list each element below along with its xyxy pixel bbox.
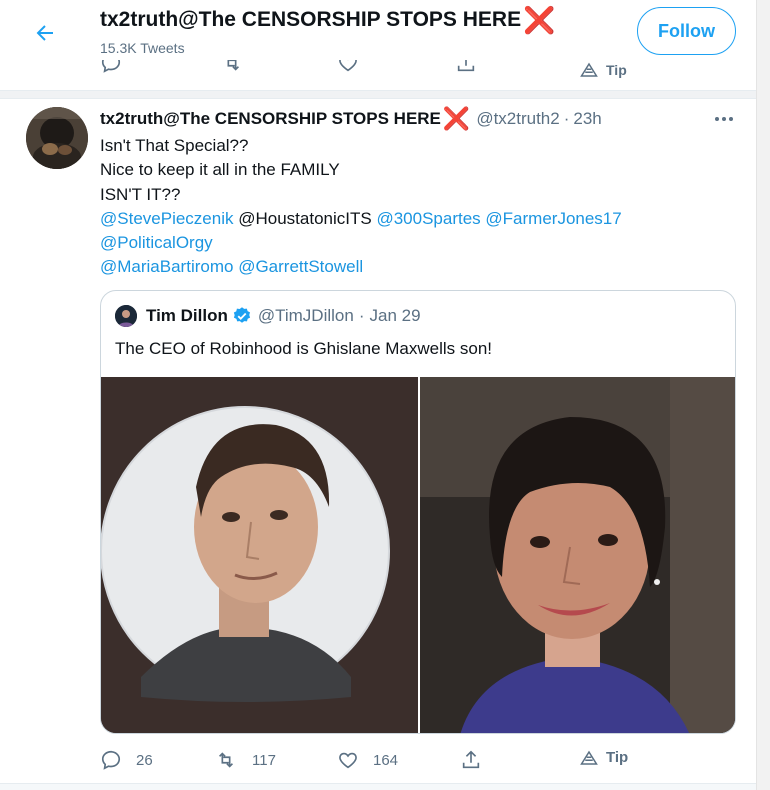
share-button[interactable] <box>460 749 482 771</box>
tweet-actions: 26 117 164 Tip <box>0 749 756 775</box>
tip-button[interactable]: Tip <box>580 749 628 766</box>
tweet-line: Nice to keep it all in the FAMILY <box>100 160 340 180</box>
profile-header: tx2truth@The CENSORSHIP STOPS HERE ❌ 15.3… <box>0 0 756 66</box>
reply-button[interactable] <box>100 60 122 74</box>
mention-link[interactable]: @StevePieczenik <box>100 209 234 228</box>
media-image[interactable] <box>101 377 418 733</box>
cross-mark-icon: ❌ <box>442 106 471 131</box>
quoted-avatar <box>115 305 137 327</box>
more-icon <box>715 117 733 121</box>
previous-tweet-actions: Tip <box>0 60 756 86</box>
author-handle[interactable]: @tx2truth2 <box>476 109 559 129</box>
mention-line: @StevePieczenik @HoustatonicITS @300Spar… <box>100 207 740 231</box>
mention-link[interactable]: @MariaBartiromo <box>100 257 233 276</box>
quoted-tweet-header: Tim Dillon @TimJDillon · Jan 29 <box>115 305 421 327</box>
mention-link[interactable]: @300Spartes <box>376 209 480 228</box>
mention-text: @HoustatonicITS <box>238 208 372 228</box>
avatar[interactable] <box>26 107 88 169</box>
quoted-author-name: Tim Dillon <box>146 306 228 325</box>
tweet-line: Isn't That Special?? <box>100 136 249 155</box>
tweet-timestamp[interactable]: 23h <box>573 109 601 129</box>
retweet-icon <box>227 60 240 71</box>
mention-line: @MariaBartiromo @GarrettStowell <box>100 255 740 279</box>
reply-icon <box>101 750 121 770</box>
like-button[interactable]: 164 <box>337 749 398 771</box>
share-icon <box>462 750 480 769</box>
verified-badge-icon <box>233 307 250 323</box>
reply-button[interactable]: 26 <box>100 749 153 771</box>
author-name-text: tx2truth@The CENSORSHIP STOPS HERE <box>100 109 441 128</box>
quoted-media <box>101 377 735 733</box>
separator <box>0 90 756 99</box>
heart-icon <box>339 60 357 72</box>
tweet-count: 15.3K Tweets <box>100 40 185 56</box>
divider <box>0 783 756 790</box>
more-options-button[interactable] <box>710 109 738 129</box>
profile-title: tx2truth@The CENSORSHIP STOPS HERE ❌ <box>100 7 555 33</box>
quoted-tweet-text: The CEO of Robinhood is Ghislane Maxwell… <box>115 339 493 358</box>
back-button[interactable] <box>30 18 60 48</box>
heart-icon <box>339 752 357 769</box>
tip-button[interactable]: Tip <box>580 62 627 78</box>
quoted-tweet[interactable]: Tim Dillon @TimJDillon · Jan 29 The CEO … <box>100 290 736 734</box>
profile-title-text: tx2truth@The CENSORSHIP STOPS HERE <box>100 8 522 31</box>
scrollbar[interactable] <box>756 0 770 790</box>
tip-label: Tip <box>606 62 627 78</box>
quoted-tweet-date: Jan 29 <box>369 306 421 325</box>
tweet[interactable]: tx2truth@The CENSORSHIP STOPS HERE ❌ @tx2… <box>0 99 756 790</box>
retweet-button[interactable] <box>220 60 244 74</box>
tweet-line: ISN'T IT?? <box>100 184 181 204</box>
follow-button[interactable]: Follow <box>637 7 736 55</box>
reply-icon <box>101 60 121 73</box>
tip-icon <box>580 750 598 765</box>
photo-man <box>101 377 418 733</box>
mention-link[interactable]: @GarrettStowell <box>238 257 363 276</box>
cross-mark-icon: ❌ <box>523 5 556 35</box>
tweet-text: Isn't That Special?? Nice to keep it all… <box>100 134 740 280</box>
share-button[interactable] <box>455 60 477 74</box>
retweet-button[interactable]: 117 <box>214 749 276 771</box>
like-button[interactable] <box>337 60 359 74</box>
tip-icon <box>580 62 598 77</box>
photo-woman <box>420 377 735 733</box>
retweet-icon <box>218 752 234 768</box>
dot-separator: · <box>563 109 570 128</box>
mention-line: @PoliticalOrgy <box>100 231 740 255</box>
retweet-count: 117 <box>252 751 276 769</box>
tweet-header: tx2truth@The CENSORSHIP STOPS HERE ❌ @tx2… <box>100 108 602 130</box>
mention-link[interactable]: @FarmerJones17 <box>485 209 621 228</box>
author-name[interactable]: tx2truth@The CENSORSHIP STOPS HERE ❌ <box>100 108 470 130</box>
quoted-author-handle: @TimJDillon <box>257 306 354 325</box>
share-icon <box>457 60 475 72</box>
reply-count: 26 <box>136 751 153 769</box>
mention-link[interactable]: @PoliticalOrgy <box>100 233 213 252</box>
like-count: 164 <box>373 751 399 769</box>
media-image[interactable] <box>420 377 735 733</box>
arrow-left-icon <box>36 25 53 41</box>
tip-label: Tip <box>606 749 629 766</box>
avatar-image <box>26 107 88 169</box>
dot-separator: · <box>358 306 365 325</box>
